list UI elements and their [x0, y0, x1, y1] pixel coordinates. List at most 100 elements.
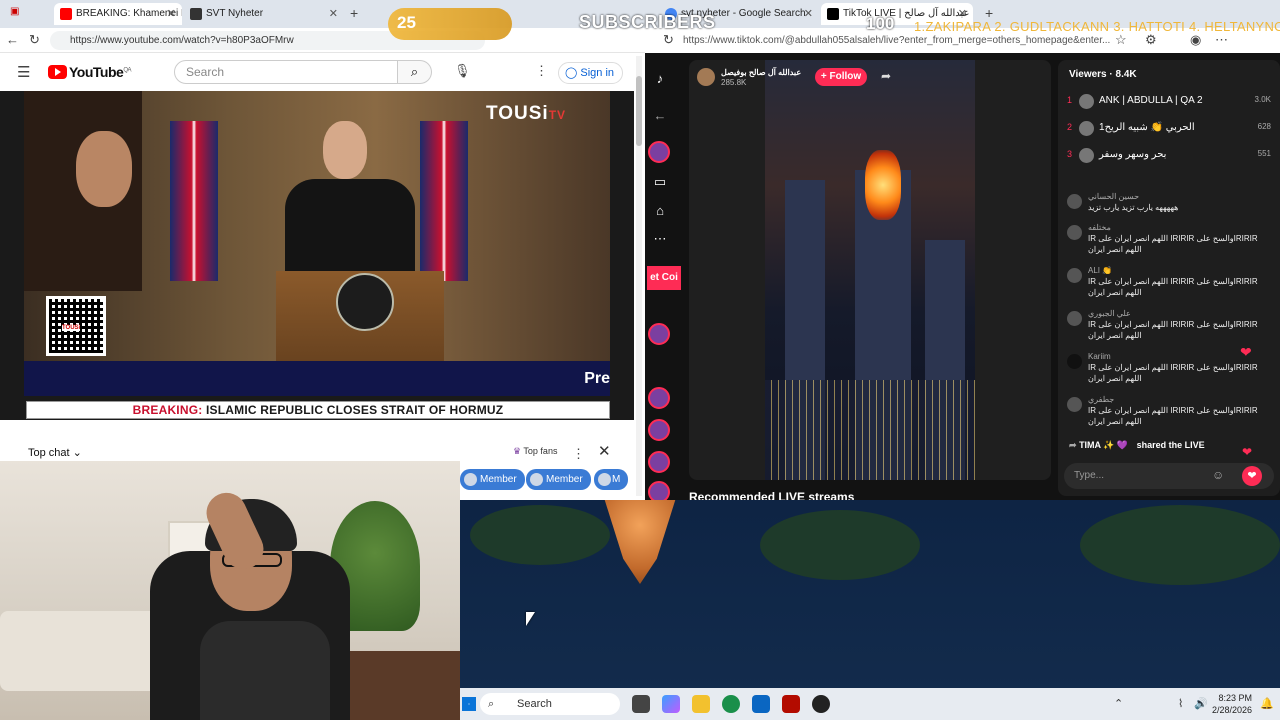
- acrobat-icon[interactable]: [782, 695, 800, 713]
- chat-more-icon[interactable]: ⋮: [572, 446, 585, 462]
- subscriber-list: 1.ZAKIPARA 2. GUDLTACKANN 3. HATTOTI 4. …: [914, 19, 1280, 34]
- message-text: هههههه يارب تزيد يارب تزيد: [1088, 203, 1179, 212]
- viewer-score: 3.0K: [1254, 95, 1271, 104]
- tiktok-live-player[interactable]: عبدالله آل صالح بوفيصل 285.8K + Follow ➦: [689, 60, 1051, 480]
- live-avatar[interactable]: [648, 451, 670, 473]
- top-viewer-row[interactable]: 2 الحربي 👏 شبيه الريح1 628: [1067, 120, 1275, 138]
- youtube-logo[interactable]: YouTubeQA: [48, 64, 131, 80]
- member-chip[interactable]: Member: [460, 469, 525, 490]
- viewer-score: 628: [1257, 122, 1271, 131]
- live-chat-panel: Viewers · 8.4K 1 ANK | ABDULLA | QA 2 3.…: [1058, 60, 1280, 496]
- sign-in-button[interactable]: ◯ Sign in: [558, 62, 624, 84]
- follow-button[interactable]: + Follow: [815, 68, 867, 86]
- live-avatar[interactable]: [648, 323, 670, 345]
- taskbar-search[interactable]: ⌕ Search: [480, 693, 620, 715]
- tab-actions-icon[interactable]: ▣: [10, 6, 19, 17]
- city-lights: [765, 380, 975, 480]
- wallpaper-tree: [760, 510, 920, 580]
- back-arrow-icon[interactable]: ←: [649, 105, 671, 127]
- union-flag: [420, 121, 468, 281]
- viewer-avatar: [1079, 94, 1094, 109]
- top-viewer-row[interactable]: 1 ANK | ABDULLA | QA 2 3.0K: [1067, 93, 1275, 111]
- search-button[interactable]: ⌕: [398, 60, 432, 84]
- member-chip-label: Member: [480, 474, 517, 485]
- store-icon[interactable]: [752, 695, 770, 713]
- like-button[interactable]: ❤: [1242, 466, 1262, 486]
- close-icon[interactable]: ✕: [598, 442, 611, 460]
- network-icon[interactable]: ⌇: [1178, 697, 1183, 710]
- live-avatar[interactable]: [648, 481, 670, 500]
- close-icon[interactable]: ✕: [329, 3, 338, 25]
- message-text: IR اللهم انصر ايران على IRIRIR والسح على…: [1088, 320, 1258, 340]
- back-icon[interactable]: ←: [6, 32, 19, 47]
- video-player[interactable]: TOUSiTV TOUSi Pre BREAKING: ISLAMIC REPU…: [0, 91, 634, 420]
- tab-bar: BREAKING: Khamenei Rep ✕ SVT Nyheter ✕ +…: [0, 0, 645, 28]
- mic-icon[interactable]: 🎙: [454, 63, 471, 79]
- recommended-heading: Recommended LIVE streams: [689, 490, 855, 500]
- account-icon: ◯: [565, 67, 578, 79]
- breaking-ticker: BREAKING: ISLAMIC REPUBLIC CLOSES STRAIT…: [26, 401, 610, 419]
- start-icon[interactable]: [462, 697, 476, 711]
- host-info[interactable]: عبدالله آل صالح بوفيصل 285.8K: [697, 66, 817, 88]
- tray-overflow-icon[interactable]: ⌃: [1114, 697, 1123, 710]
- top-chat-dropdown[interactable]: Top chat ⌄: [28, 446, 82, 459]
- viewer-rank: 3: [1067, 149, 1073, 159]
- tab-youtube[interactable]: BREAKING: Khamenei Rep ✕: [54, 3, 182, 25]
- top-fans-button[interactable]: ♛ Top fans: [513, 446, 557, 457]
- viewer-name: ANK | ABDULLA | QA 2: [1099, 95, 1203, 106]
- wallpaper-tree: [1080, 505, 1280, 585]
- more-icon[interactable]: ⋯: [649, 228, 671, 250]
- tab-svt[interactable]: SVT Nyheter ✕: [184, 3, 344, 25]
- chrome-icon[interactable]: [722, 695, 740, 713]
- search-input[interactable]: Search: [174, 60, 398, 84]
- get-coins-label: et Coi: [650, 272, 678, 283]
- tiktok-logo-icon[interactable]: ♪: [649, 68, 671, 90]
- share-icon[interactable]: ➦: [881, 69, 891, 83]
- viewers-title: Viewers · 8.4K: [1069, 69, 1137, 80]
- get-coins-tag[interactable]: et Coi: [647, 266, 681, 290]
- star-icon[interactable]: ☆: [1115, 32, 1127, 48]
- tiktok-favicon-icon: [827, 8, 839, 20]
- viewer-score: 551: [1257, 149, 1271, 158]
- mouse-cursor: [526, 612, 535, 626]
- live-camera-icon[interactable]: ▭: [649, 171, 671, 193]
- following-avatar[interactable]: [648, 141, 670, 163]
- profile-icon[interactable]: ◉: [1190, 32, 1201, 48]
- royal-crest: [336, 273, 394, 331]
- ticker-label: BREAKING:: [132, 403, 203, 417]
- live-avatar[interactable]: [648, 387, 670, 409]
- page-scrollbar[interactable]: [636, 56, 642, 496]
- message-user: حسين الحساني: [1088, 192, 1140, 201]
- extensions-icon[interactable]: ⚙: [1145, 32, 1157, 48]
- file-explorer-icon[interactable]: [692, 695, 710, 713]
- youtube-logo-text: YouTube: [69, 64, 124, 80]
- message-user: علي الجبوري: [1088, 309, 1131, 318]
- home-icon[interactable]: ⌂: [649, 200, 671, 222]
- chevron-down-icon: ⌄: [72, 447, 82, 459]
- menu-icon[interactable]: ☰: [17, 63, 30, 81]
- close-icon[interactable]: ✕: [804, 3, 813, 25]
- reload-icon[interactable]: ↻: [663, 32, 674, 48]
- member-chip[interactable]: M: [594, 469, 629, 490]
- obs-icon[interactable]: [812, 695, 830, 713]
- scrollbar-thumb[interactable]: [636, 76, 642, 146]
- address-bar: ← ↻ https://www.youtube.com/watch?v=h80P…: [0, 28, 645, 53]
- clock-date: 2/28/2026: [1211, 705, 1252, 715]
- notification-icon[interactable]: 🔔: [1260, 697, 1274, 710]
- close-icon[interactable]: ✕: [167, 3, 176, 25]
- task-view-icon[interactable]: [632, 695, 650, 713]
- host-avatar: [697, 68, 715, 86]
- emoji-icon[interactable]: ☺: [1212, 468, 1224, 482]
- more-options-icon[interactable]: ⋮: [535, 63, 548, 79]
- top-viewer-row[interactable]: 3 بحر وسهر وسفر 551: [1067, 147, 1275, 165]
- volume-icon[interactable]: 🔊: [1194, 697, 1208, 710]
- qr-label: TOUSi: [62, 325, 81, 331]
- new-tab-icon[interactable]: +: [350, 5, 358, 21]
- url-text: https://www.tiktok.com/@abdullah055alsal…: [683, 35, 1111, 46]
- copilot-icon[interactable]: [662, 695, 680, 713]
- live-avatar[interactable]: [648, 419, 670, 441]
- member-chip[interactable]: Member: [526, 469, 591, 490]
- clock[interactable]: 8:23 PM 2/28/2026: [1212, 692, 1252, 716]
- more-options-icon[interactable]: ⋯: [1215, 32, 1228, 48]
- reload-icon[interactable]: ↻: [29, 32, 40, 48]
